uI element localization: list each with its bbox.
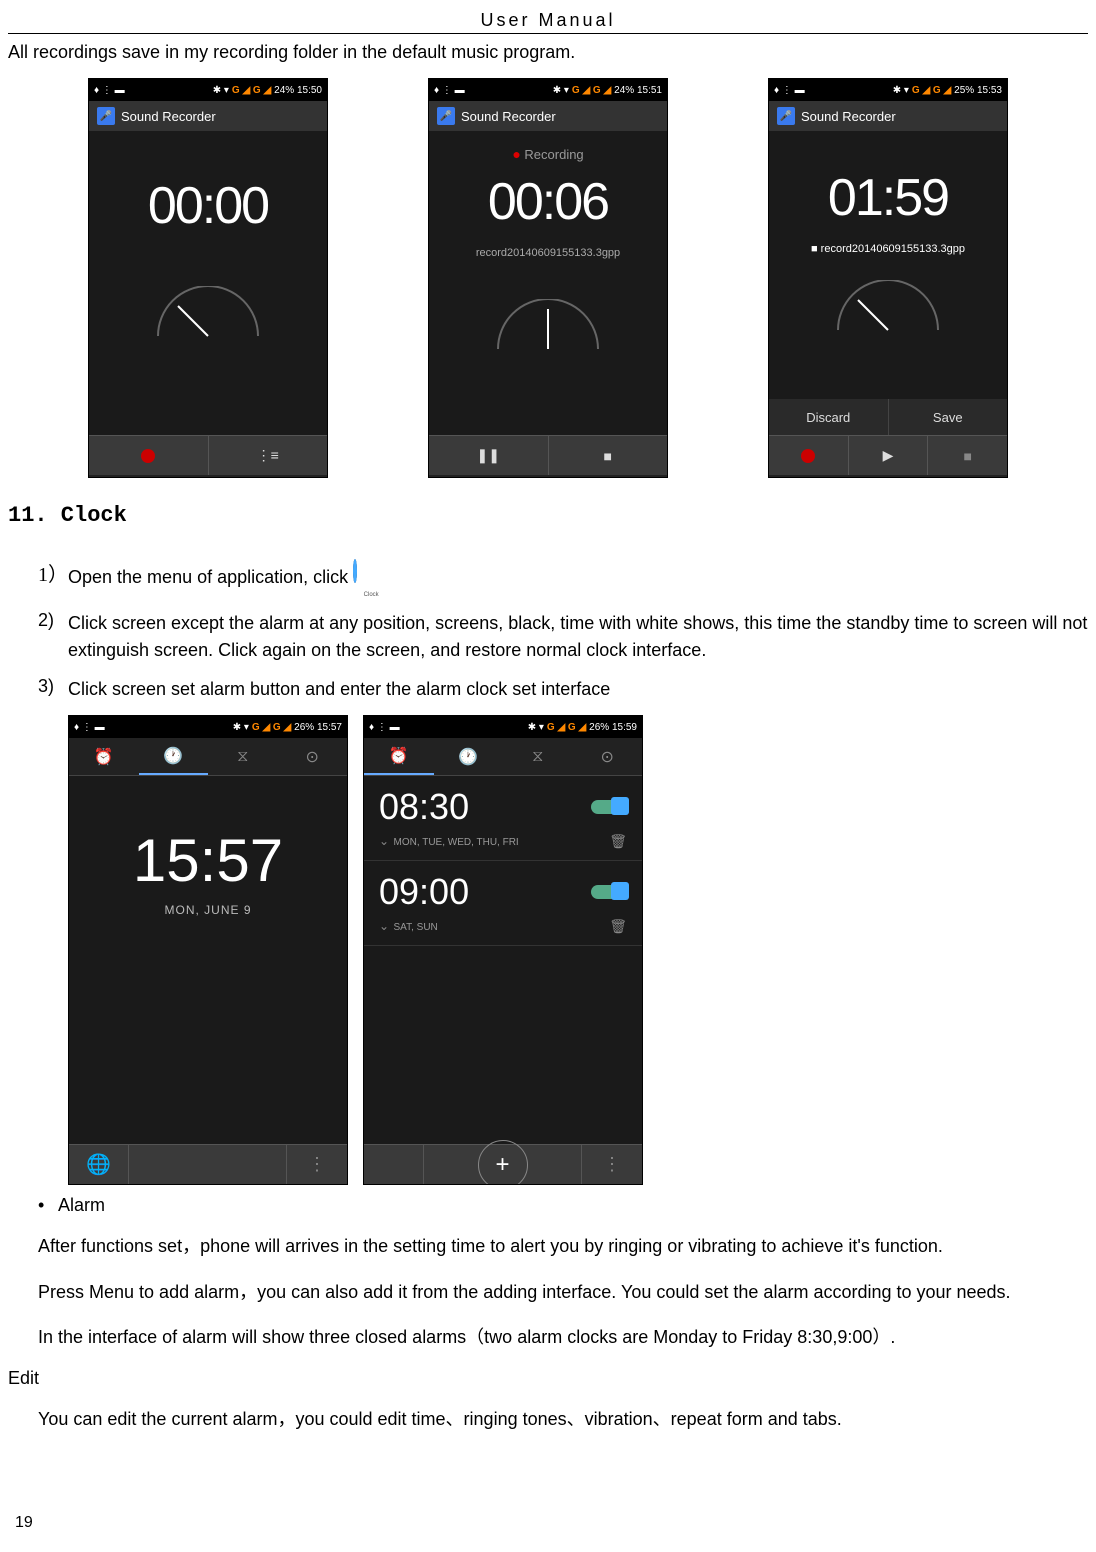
alarm-row-2[interactable]: 09:00 ⌄ SAT, SUN 🗑	[364, 861, 642, 946]
step-1-text: Open the menu of application, click Cloc…	[68, 558, 1088, 598]
save-button[interactable]: Save	[889, 399, 1008, 435]
timer-tab[interactable]: ⧖	[503, 738, 573, 775]
para-2: Press Menu to add alarm，you can also add…	[38, 1277, 1058, 1308]
alarm-1-days: MON, TUE, WED, THU, FRI	[394, 837, 519, 848]
alarm-2-time: 09:00	[379, 871, 469, 913]
play-button[interactable]: ▶	[849, 436, 929, 475]
world-clock-button[interactable]: 🌐	[69, 1145, 129, 1184]
status-right: ✱ ▾ G ◢ G ◢ 24% 15:50	[213, 85, 322, 96]
timer-display: 00:06	[488, 172, 608, 232]
recorder-app-icon: 🎤	[777, 107, 795, 125]
para-3: In the interface of alarm will show thre…	[38, 1322, 1058, 1353]
phone-recorder-recording: ♦ ⋮ ▬ ✱ ▾G ◢ G ◢24% 15:51 🎤 Sound Record…	[428, 78, 668, 478]
add-alarm-button[interactable]: +	[424, 1145, 582, 1184]
timer-display: 00:00	[148, 176, 268, 236]
alarm-2-days: SAT, SUN	[394, 922, 438, 933]
step-1-num: 1）	[38, 558, 68, 587]
stop-button[interactable]: ■	[928, 436, 1007, 475]
page-header: User Manual	[8, 10, 1088, 34]
alarm-tab[interactable]: ⏰	[364, 738, 434, 775]
clock-tab[interactable]: 🕐	[434, 738, 504, 775]
recorder-app-icon: 🎤	[437, 107, 455, 125]
clock-time: 15:57	[133, 826, 283, 895]
recording-label: Recording	[524, 147, 583, 162]
delete-icon[interactable]: 🗑	[609, 918, 627, 935]
alarm-2-toggle[interactable]	[591, 885, 627, 899]
clock-app-icon: Clock	[353, 558, 389, 598]
phone-screenshots-row-1: ♦ ⋮ ▬ ✱ ▾ G ◢ G ◢ 24% 15:50 🎤 Sound Reco…	[8, 78, 1088, 478]
filename-label: record20140609155133.3gpp	[476, 247, 620, 259]
section-heading: 11. Clock	[8, 503, 1088, 528]
edit-label: Edit	[8, 1368, 1088, 1389]
page-number: 19	[15, 1514, 33, 1532]
alarm-row-1[interactable]: 08:30 ⌄ MON, TUE, WED, THU, FRI 🗑	[364, 776, 642, 861]
menu-button[interactable]: ⋮	[287, 1145, 347, 1184]
phone-recorder-done: ♦ ⋮ ▬ ✱ ▾G ◢ G ◢25% 15:53 🎤 Sound Record…	[768, 78, 1008, 478]
clock-date: MON, JUNE 9	[164, 903, 251, 917]
phone-recorder-idle: ♦ ⋮ ▬ ✱ ▾ G ◢ G ◢ 24% 15:50 🎤 Sound Reco…	[88, 78, 328, 478]
intro-text: All recordings save in my recording fold…	[8, 42, 1088, 63]
step-2-text: Click screen except the alarm at any pos…	[68, 610, 1088, 664]
timer-tab[interactable]: ⧖	[208, 738, 278, 775]
alarm-tab[interactable]: ⏰	[69, 738, 139, 775]
step-2-num: 2)	[38, 610, 68, 631]
recorder-app-icon: 🎤	[97, 107, 115, 125]
para-4: You can edit the current alarm，you could…	[38, 1404, 1058, 1435]
timer-display: 01:59	[828, 168, 948, 228]
status-left: ♦ ⋮ ▬	[94, 85, 125, 96]
stop-button[interactable]: ■	[549, 436, 668, 475]
phone-alarm-list: ♦ ⋮ ▬ ✱ ▾G ◢ G ◢26% 15:59 ⏰ 🕐 ⧖ ⊙ 08:30 …	[363, 715, 643, 1185]
phone-clock: ♦ ⋮ ▬ ✱ ▾G ◢ G ◢26% 15:57 ⏰ 🕐 ⧖ ⊙ 15:57 …	[68, 715, 348, 1185]
list-button[interactable]: ⋮≡	[209, 436, 328, 475]
record-button[interactable]	[89, 436, 209, 475]
phone-screenshots-row-2: ♦ ⋮ ▬ ✱ ▾G ◢ G ◢26% 15:57 ⏰ 🕐 ⧖ ⊙ 15:57 …	[68, 715, 1088, 1185]
step-3-num: 3)	[38, 676, 68, 697]
delete-icon[interactable]: 🗑	[609, 833, 627, 850]
bullet-alarm: Alarm	[8, 1195, 1088, 1216]
para-1: After functions set，phone will arrives i…	[38, 1231, 1058, 1262]
discard-button[interactable]: Discard	[769, 399, 889, 435]
stopwatch-tab[interactable]: ⊙	[278, 738, 348, 775]
stopwatch-tab[interactable]: ⊙	[573, 738, 643, 775]
filename-label: record20140609155133.3gpp	[821, 243, 965, 255]
clock-tab[interactable]: 🕐	[139, 738, 209, 775]
app-header: 🎤 Sound Recorder	[89, 101, 327, 131]
record-button[interactable]	[769, 436, 849, 475]
menu-button[interactable]: ⋮	[582, 1145, 642, 1184]
alarm-1-time: 08:30	[379, 786, 469, 828]
alarm-1-toggle[interactable]	[591, 800, 627, 814]
pause-button[interactable]: ❚❚	[429, 436, 549, 475]
step-3-text: Click screen set alarm button and enter …	[68, 676, 1088, 703]
